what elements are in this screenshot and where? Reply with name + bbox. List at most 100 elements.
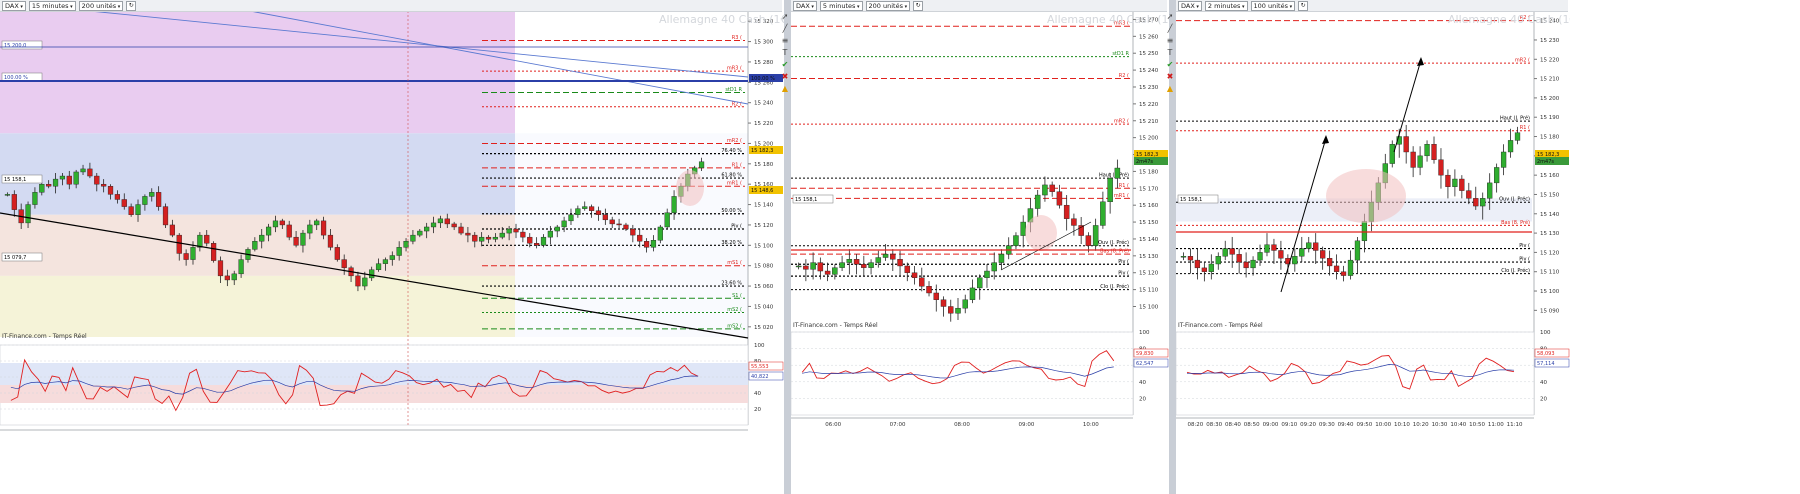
candle-body <box>795 265 802 268</box>
price-tick-label: 15 280 <box>754 60 774 66</box>
warning-icon[interactable]: ▲ <box>781 84 790 93</box>
time-tick-label: 10:00 <box>1375 422 1391 428</box>
price-tick-label: 15 220 <box>1139 102 1159 108</box>
candle-body <box>616 223 622 226</box>
level-label: mR2 ( <box>1114 119 1129 125</box>
cursor-icon[interactable]: ➚ <box>1166 12 1175 21</box>
price-tick-label: 15 120 <box>1540 250 1560 256</box>
candle-body <box>417 230 423 236</box>
candle-body <box>911 272 918 278</box>
delete-icon[interactable]: ✖ <box>1166 72 1175 81</box>
price-tick-label: 15 100 <box>754 243 774 249</box>
refresh-icon[interactable]: ↻ <box>1298 0 1309 11</box>
chart-watermark: Allemagne 40 Cash (1€) <box>1047 13 1169 26</box>
candle-body <box>1187 256 1194 261</box>
instrument-select[interactable]: DAX <box>793 0 817 11</box>
candle-body <box>87 168 93 177</box>
level-label: 38.20 % <box>721 240 742 246</box>
zone-band <box>0 214 515 276</box>
channel-tool-icon[interactable]: ≡ <box>1166 36 1175 45</box>
warning-icon[interactable]: ▲ <box>1166 84 1175 93</box>
chart-canvas[interactable]: 15 27015 26015 25015 24015 23015 22015 2… <box>791 0 1169 494</box>
units-select[interactable]: 200 unités <box>865 0 911 11</box>
units-select[interactable]: 100 unités <box>1250 0 1296 11</box>
chart-canvas[interactable]: 15 32015 30015 28015 26015 24015 22015 2… <box>0 0 784 494</box>
delete-icon[interactable]: ✖ <box>781 72 790 81</box>
candle-body <box>176 234 182 254</box>
price-tick-label: 15 020 <box>754 325 774 331</box>
candle-body <box>1013 235 1019 246</box>
line-tool-icon[interactable]: ╱ <box>781 24 790 33</box>
candle-body <box>458 226 464 234</box>
level-label: Piv ( <box>1118 259 1129 265</box>
candle-body <box>1445 174 1451 187</box>
candle-body <box>142 196 148 205</box>
candle-body <box>265 226 272 236</box>
chart-canvas[interactable]: 15 24015 23015 22015 21015 20015 19015 1… <box>1176 0 1570 494</box>
text-tool-icon[interactable]: T <box>781 48 790 57</box>
candle-body <box>224 275 230 281</box>
price-tick-label: 15 180 <box>1139 169 1159 175</box>
candle-body <box>238 259 244 275</box>
check-icon[interactable]: ✔ <box>781 60 790 69</box>
osc-tick-label: 40 <box>1139 380 1146 386</box>
level-label: Haut (J. Pré) <box>1500 115 1530 122</box>
text-tool-icon[interactable]: T <box>1166 48 1175 57</box>
time-tick-label: 07:00 <box>890 422 906 428</box>
price-tick-label: 15 110 <box>1540 270 1560 276</box>
highlight-ellipse <box>1025 215 1057 251</box>
candle-body <box>300 232 306 246</box>
timeframe-select[interactable]: 2 minutes <box>1204 0 1248 11</box>
candle-body <box>969 287 976 300</box>
channel-tool-icon[interactable]: ≡ <box>781 36 790 45</box>
data-source-label: IT-Finance.com - Temps Réel <box>2 333 87 340</box>
timeframe-select[interactable]: 5 minutes <box>819 0 863 11</box>
time-tick-label: 08:00 <box>954 422 970 428</box>
instrument-select[interactable]: DAX <box>1178 0 1202 11</box>
time-tick-label: 11:00 <box>1488 422 1504 428</box>
candle-body <box>451 223 457 228</box>
arrow-head <box>1417 57 1424 66</box>
candle-body <box>341 259 347 268</box>
candle-body <box>588 206 595 211</box>
time-tick-label: 10:50 <box>1469 422 1485 428</box>
refresh-icon[interactable]: ↻ <box>126 0 137 11</box>
candle-body <box>846 259 853 263</box>
units-select[interactable]: 200 unités <box>78 0 124 11</box>
candle-body <box>1361 221 1368 242</box>
price-badge-label: 15 182,3 <box>751 148 773 154</box>
osc-tick-label: 40 <box>754 391 761 397</box>
candle-body <box>1100 201 1106 226</box>
time-tick-label: 10:10 <box>1394 422 1410 428</box>
candle-body <box>369 269 375 279</box>
level-label: 50.00 % <box>721 208 742 214</box>
candle-body <box>1347 259 1354 276</box>
candle-body <box>424 226 430 232</box>
candle-body <box>499 232 505 238</box>
chart-toolbar: DAX 2 minutes 100 unités ↻ <box>1176 0 1568 12</box>
cursor-icon[interactable]: ➚ <box>781 12 790 21</box>
candle-body <box>492 236 498 240</box>
candle-body <box>382 259 389 264</box>
check-icon[interactable]: ✔ <box>1166 60 1175 69</box>
candle-body <box>66 175 72 185</box>
candle-body <box>135 204 141 215</box>
refresh-icon[interactable]: ↻ <box>913 0 924 11</box>
candle-body <box>1194 259 1201 269</box>
candle-body <box>991 262 997 272</box>
candle-body <box>4 194 11 196</box>
line-tool-icon[interactable]: ╱ <box>1166 24 1175 33</box>
zone-band <box>0 11 515 134</box>
level-label: R3 ( <box>732 35 742 41</box>
timeframe-select[interactable]: 15 minutes <box>28 0 76 11</box>
level-label: mR3 ( <box>727 66 742 72</box>
price-tick-label: 15 170 <box>1139 186 1159 192</box>
candle-body <box>279 220 285 226</box>
candle-body <box>1340 271 1347 276</box>
candle-body <box>1092 225 1099 246</box>
candle-body <box>355 275 361 287</box>
instrument-select[interactable]: DAX <box>2 0 26 11</box>
price-tick-label: 15 130 <box>1139 254 1159 260</box>
candle-body <box>1114 167 1121 179</box>
candle-body <box>11 194 17 210</box>
